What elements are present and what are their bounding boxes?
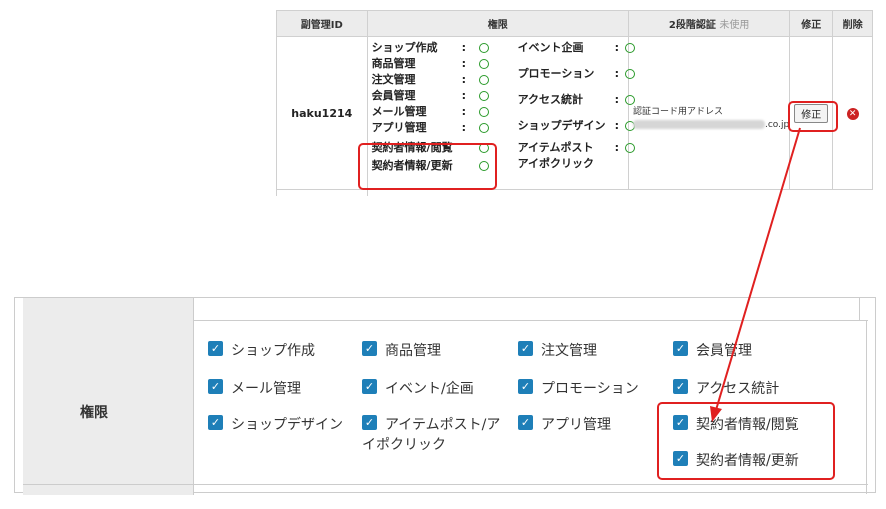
arrow-icon bbox=[710, 127, 801, 422]
